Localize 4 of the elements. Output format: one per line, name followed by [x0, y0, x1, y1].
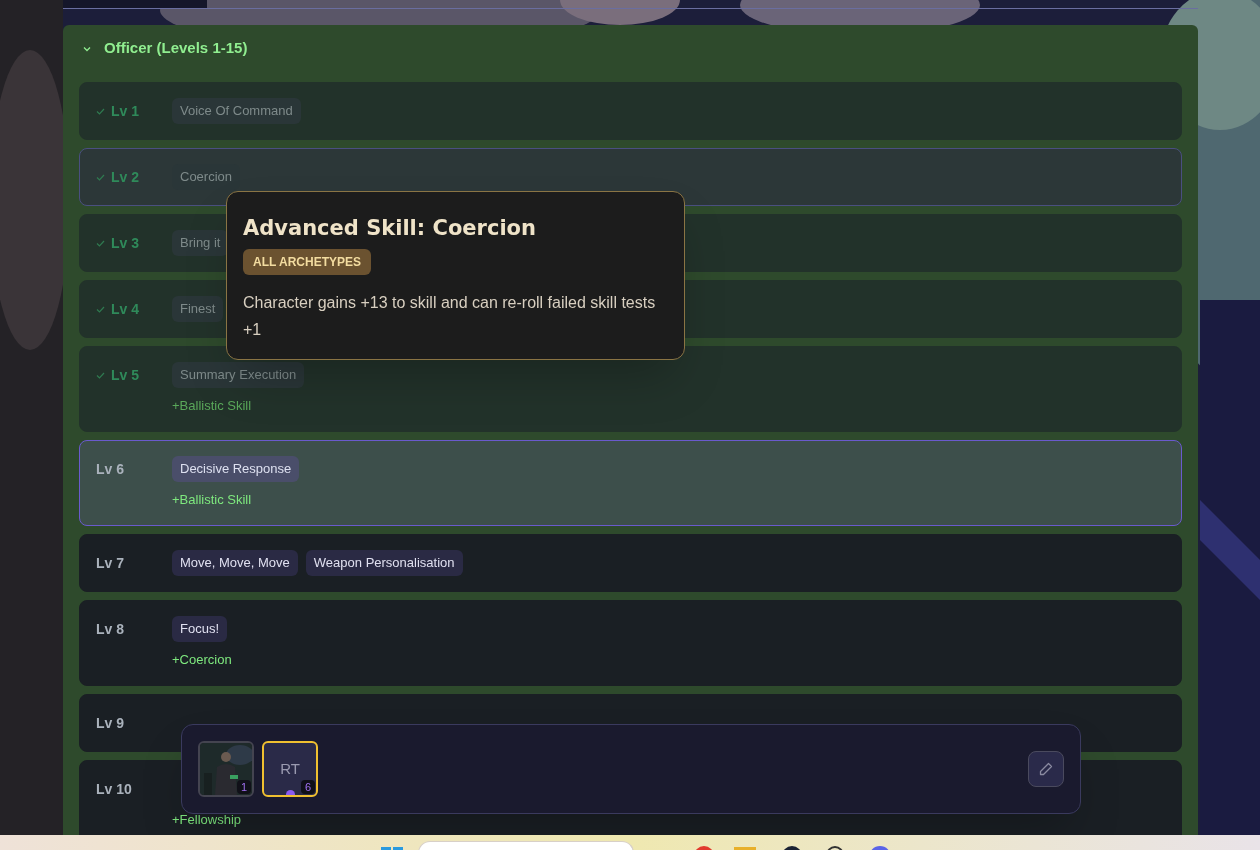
search-field[interactable] — [418, 841, 634, 850]
windows-icon[interactable] — [381, 847, 403, 850]
app-icon[interactable] — [826, 846, 844, 850]
app-icon[interactable] — [782, 846, 802, 850]
